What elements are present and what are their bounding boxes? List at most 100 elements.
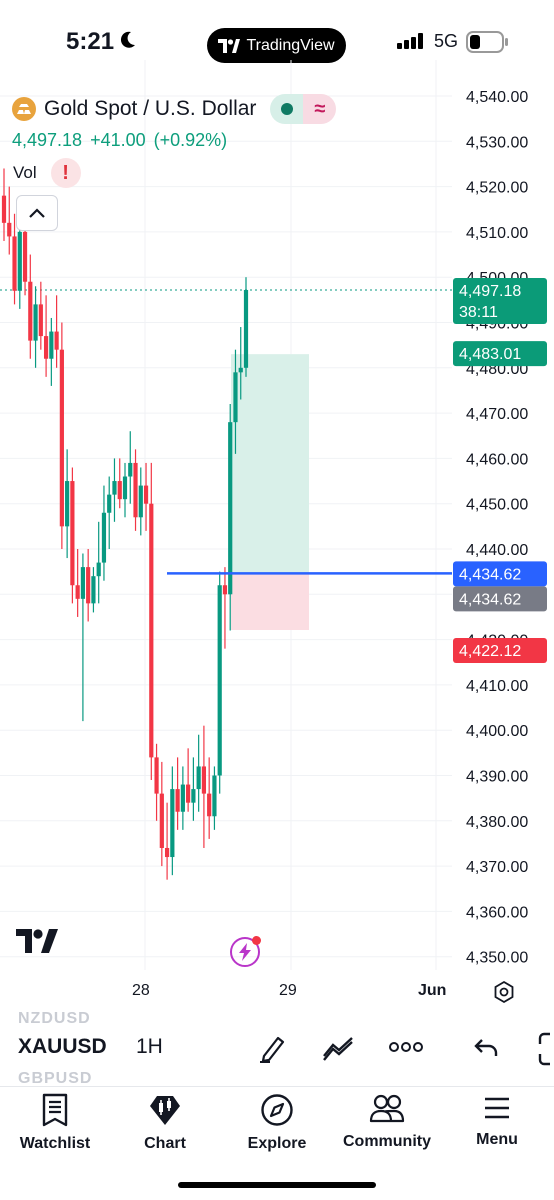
- candle-body: [33, 304, 38, 341]
- candle-body: [7, 222, 12, 237]
- price-axis-label: 4,370.00: [466, 859, 528, 876]
- price-marker-text: 4,483.01: [459, 346, 521, 363]
- candle-body: [91, 576, 96, 604]
- candle-body: [12, 236, 17, 291]
- price-marker-stop[interactable]: 4,422.12: [453, 637, 547, 663]
- candle-body: [138, 485, 143, 518]
- nav-chart[interactable]: Chart: [110, 1093, 220, 1153]
- symbol-next[interactable]: GBPUSD: [18, 1070, 92, 1086]
- indicator-toggle[interactable]: ≈: [270, 94, 337, 124]
- symbol-header[interactable]: Gold Spot / U.S. Dollar ≈: [12, 94, 337, 124]
- tradingview-pill[interactable]: TradingView: [207, 28, 346, 63]
- time-axis-label: Jun: [418, 982, 447, 999]
- candle-body: [212, 775, 217, 817]
- candle-body: [75, 585, 80, 599]
- interval-selector[interactable]: 1H: [136, 1035, 163, 1059]
- nav-menu[interactable]: Menu: [442, 1093, 552, 1149]
- price-marker-text: 4,422.12: [459, 643, 521, 660]
- price-marker-text: 4,497.18: [459, 283, 521, 300]
- candle-body: [96, 562, 101, 577]
- candle-body: [49, 331, 54, 359]
- candle-body: [86, 567, 91, 604]
- price-axis-label: 4,520.00: [466, 180, 528, 197]
- candle-body: [1, 195, 7, 223]
- price-marker-entry[interactable]: 4,434.62: [453, 586, 547, 612]
- position-profit-zone: [231, 354, 309, 574]
- candle-body: [28, 281, 33, 341]
- volume-label: Vol: [13, 163, 37, 182]
- network-type: 5G: [434, 31, 459, 51]
- price-axis-label: 4,380.00: [466, 814, 528, 831]
- candle-body: [65, 481, 70, 527]
- candle-body: [154, 757, 159, 794]
- candle-body: [59, 349, 64, 527]
- tradingview-logo-icon: [218, 38, 241, 53]
- candle-body: [80, 567, 86, 599]
- compass-icon: [261, 1094, 293, 1126]
- candle-body: [191, 789, 196, 803]
- candle-body: [143, 485, 149, 504]
- home-indicator: [178, 1182, 376, 1188]
- drawing-tool-icon[interactable]: [256, 1032, 288, 1064]
- watchlist-icon: [42, 1093, 68, 1127]
- chart-toolbar: NZDUSD XAUUSD GBPUSD 1H: [0, 1008, 554, 1086]
- candle-body: [180, 784, 185, 812]
- market-status-icon: [270, 94, 304, 124]
- candle-body: [164, 847, 170, 858]
- price-axis-label: 4,350.00: [466, 950, 528, 967]
- nav-watchlist[interactable]: Watchlist: [0, 1093, 110, 1153]
- candle-body: [17, 231, 22, 291]
- price-marker-text: 4,434.62: [459, 591, 521, 608]
- battery-icon: [466, 31, 508, 53]
- candle-body: [217, 585, 222, 776]
- fullscreen-icon[interactable]: [538, 1032, 554, 1066]
- price-axis-label: 4,440.00: [466, 542, 528, 559]
- undo-icon[interactable]: [474, 1036, 498, 1058]
- candle-body: [238, 367, 243, 373]
- price-marker-text: 4,434.62: [459, 566, 521, 583]
- price-chart[interactable]: 4,540.004,530.004,520.004,510.004,500.00…: [0, 60, 554, 1000]
- lightning-icon[interactable]: [230, 936, 261, 967]
- symbol-current[interactable]: XAUUSD: [18, 1035, 107, 1059]
- chevron-up-icon: [29, 208, 45, 218]
- quote-row: 4,497.18 +41.00 (+0.92%): [12, 130, 227, 151]
- collapse-legend-button[interactable]: [16, 195, 58, 231]
- nav-chart-label: Chart: [144, 1135, 186, 1152]
- community-icon: [369, 1094, 405, 1123]
- price-marker-entry-line[interactable]: 4,434.62: [453, 561, 547, 587]
- time-axis-label: 29: [279, 982, 297, 999]
- candle-body: [133, 462, 138, 518]
- nav-menu-label: Menu: [476, 1131, 518, 1148]
- volume-alert-icon[interactable]: !: [50, 158, 81, 188]
- candle-body: [117, 481, 122, 500]
- candle-body: [107, 494, 112, 513]
- price-change-pct: (+0.92%): [153, 130, 228, 150]
- price-axis-label: 4,410.00: [466, 678, 528, 695]
- candle-body: [175, 789, 180, 812]
- nav-explore[interactable]: Explore: [222, 1093, 332, 1153]
- candle-body: [228, 422, 233, 595]
- symbol-prev[interactable]: NZDUSD: [18, 1010, 91, 1028]
- nav-community[interactable]: Community: [332, 1093, 442, 1151]
- candle-body: [112, 481, 117, 495]
- moon-icon: [120, 31, 135, 48]
- status-time: 5:21: [66, 28, 115, 55]
- more-tools-icon[interactable]: [389, 1038, 423, 1056]
- nav-watchlist-label: Watchlist: [19, 1135, 91, 1152]
- volume-indicator-row: Vol !: [13, 158, 81, 188]
- candle-body: [22, 231, 28, 282]
- chart-settings-icon[interactable]: [492, 980, 516, 1004]
- price-axis-label: 4,540.00: [466, 89, 528, 106]
- last-price: 4,497.18: [12, 130, 83, 150]
- candle-body: [186, 784, 191, 803]
- candle-body: [43, 336, 49, 359]
- price-axis-label: 4,360.00: [466, 904, 528, 921]
- trend-line-tool-icon[interactable]: [322, 1034, 356, 1062]
- candle-body: [233, 372, 238, 423]
- symbol-name: Gold Spot / U.S. Dollar: [44, 97, 257, 120]
- cellular-signal-icon: [397, 33, 423, 49]
- price-marker-target[interactable]: 4,483.01: [453, 341, 547, 367]
- price-marker-last[interactable]: 4,497.18 38:11: [453, 277, 547, 324]
- hamburger-menu-icon: [485, 1097, 509, 1119]
- candle-body: [170, 789, 175, 858]
